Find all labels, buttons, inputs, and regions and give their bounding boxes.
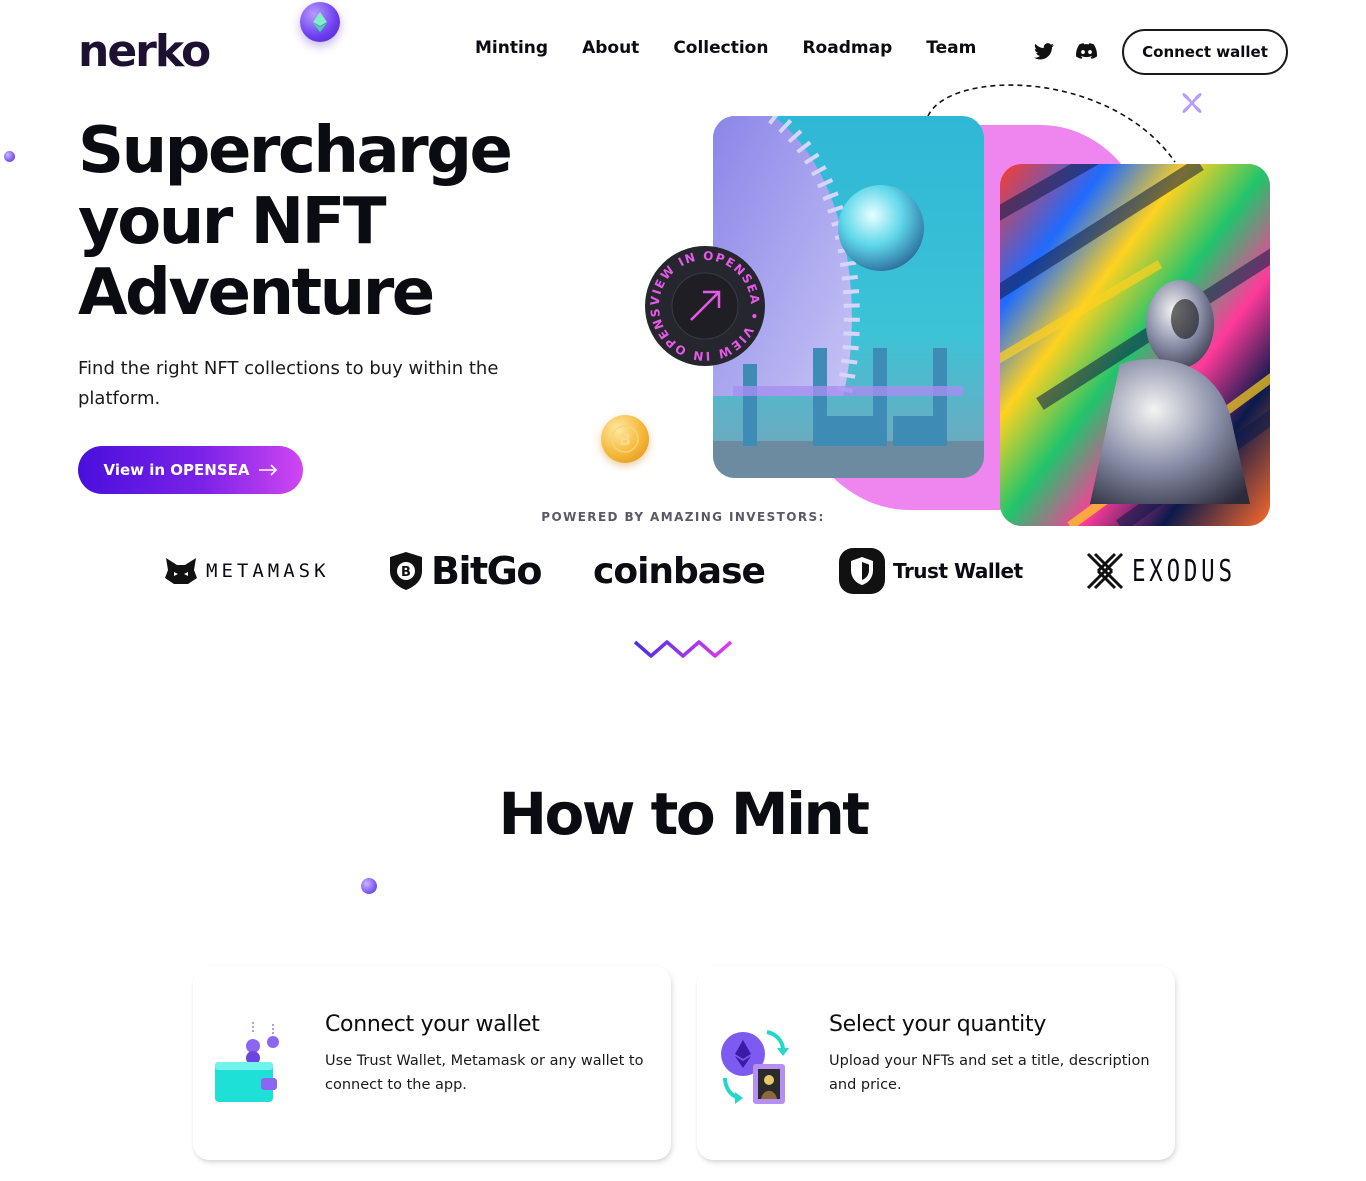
brand-trust-wallet[interactable]: Trust Wallet — [839, 546, 1023, 596]
opensea-button-label: View in OPENSEA — [103, 461, 250, 479]
nav-about[interactable]: About — [582, 38, 639, 58]
brand-exodus-label: EXODUS — [1132, 553, 1236, 589]
step-description: Upload your NFTs and set a title, descri… — [829, 1053, 1150, 1093]
brand-coinbase-label: coinbase — [593, 550, 766, 592]
brand-bitgo[interactable]: B BitGo — [389, 546, 542, 596]
brand-exodus[interactable]: EXODUS — [1086, 546, 1270, 596]
shield-icon — [839, 548, 885, 594]
nft-swap-icon — [721, 1030, 789, 1104]
exodus-x-icon — [1086, 552, 1124, 590]
step-title: Connect your wallet — [325, 1012, 540, 1037]
decorative-dot — [4, 151, 15, 162]
hero-title-line: Supercharge — [78, 114, 513, 188]
brand-bitgo-label: BitGo — [431, 549, 542, 593]
step-description: Use Trust Wallet, Metamask or any wallet… — [325, 1053, 644, 1093]
how-to-mint-title: How to Mint — [498, 780, 870, 848]
ethereum-orb-icon — [300, 2, 340, 42]
hero-title-line: your NFT — [78, 185, 387, 259]
shield-bitcoin-icon: B — [390, 552, 422, 590]
nav-team[interactable]: Team — [926, 38, 976, 58]
squiggle-divider — [633, 640, 733, 658]
twitter-icon[interactable] — [1033, 40, 1055, 62]
step-card-select-quantity: Select your quantity Upload your NFTs an… — [697, 966, 1175, 1160]
svg-text:B: B — [401, 565, 411, 580]
logo[interactable]: nerko — [78, 30, 211, 74]
brand-metamask[interactable]: METAMASK — [164, 546, 330, 596]
svg-text:B: B — [619, 430, 631, 449]
hero-title: Supercharge your NFT Adventure — [78, 116, 638, 329]
arrow-right-icon — [258, 464, 277, 476]
brand-coinbase[interactable]: coinbase — [593, 546, 766, 596]
step-title: Select your quantity — [829, 1012, 1047, 1037]
brand-metamask-label: METAMASK — [206, 560, 330, 582]
nft-card-chrome-figure[interactable] — [1000, 164, 1270, 526]
sparkle-x-icon — [1182, 93, 1202, 113]
view-in-opensea-badge[interactable]: VIEW IN OPENSEA • VIEW IN OPENSEA • — [640, 235, 765, 366]
hero-subtitle: Find the right NFT collections to buy wi… — [78, 358, 499, 409]
nav-roadmap[interactable]: Roadmap — [802, 38, 892, 58]
step-card-connect-wallet: Connect your wallet Use Trust Wallet, Me… — [193, 966, 671, 1160]
hero-title-line: Adventure — [78, 256, 435, 330]
wallet-icon — [215, 1022, 279, 1102]
fox-icon — [165, 558, 197, 584]
investors-heading: POWERED BY AMAZING INVESTORS: — [541, 510, 825, 524]
decorative-dot — [361, 878, 377, 894]
nav-minting[interactable]: Minting — [475, 38, 548, 58]
nav-collection[interactable]: Collection — [673, 38, 768, 58]
discord-icon[interactable] — [1075, 40, 1097, 62]
connect-wallet-button[interactable]: Connect wallet — [1122, 29, 1288, 75]
brand-trust-wallet-label: Trust Wallet — [893, 559, 1023, 583]
bitcoin-coin-icon: B — [601, 415, 649, 463]
view-in-opensea-button[interactable]: View in OPENSEA — [78, 446, 303, 494]
main-nav: Minting About Collection Roadmap Team — [475, 38, 976, 58]
